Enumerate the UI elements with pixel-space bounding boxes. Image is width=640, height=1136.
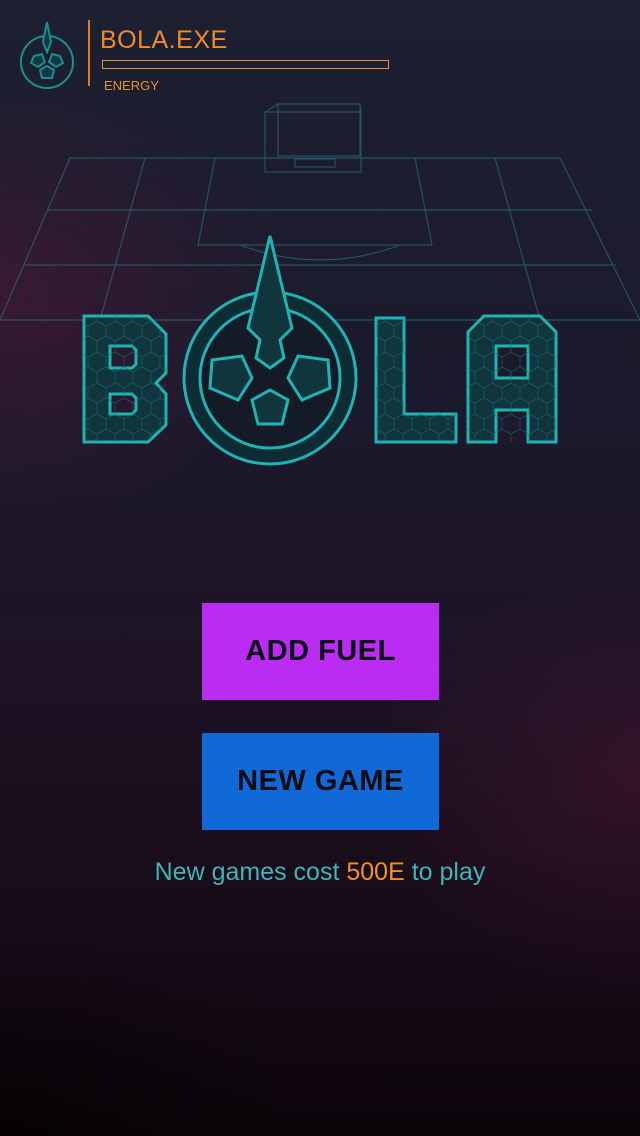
bola-emblem-icon <box>20 21 74 89</box>
cost-note-prefix: New games cost <box>154 858 340 886</box>
game-title: BOLA.EXE <box>100 26 228 54</box>
bola-logo <box>82 235 558 466</box>
cost-note-suffix: to play <box>411 858 486 886</box>
add-fuel-button[interactable]: ADD FUEL <box>202 603 439 700</box>
energy-bar <box>102 60 389 69</box>
new-game-button[interactable]: NEW GAME <box>202 733 439 830</box>
cost-note: New games cost 500E to play <box>0 858 640 887</box>
hud-divider <box>88 20 90 86</box>
energy-label: ENERGY <box>104 78 159 93</box>
cost-amount: 500E <box>346 858 405 886</box>
